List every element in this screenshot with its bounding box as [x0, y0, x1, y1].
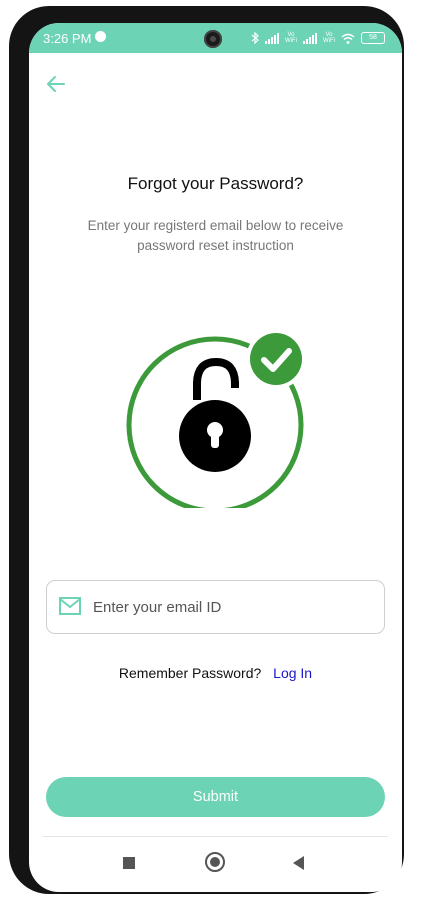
signal-icon	[265, 32, 279, 44]
lock-illustration	[119, 318, 309, 514]
battery-icon: 58	[361, 32, 385, 44]
status-icons: Vo WiFi Vo WiFi 58	[251, 28, 385, 48]
remember-password-text: Remember Password?	[118, 665, 262, 681]
login-link[interactable]: Log In	[273, 665, 312, 681]
bluetooth-icon	[251, 32, 259, 44]
mail-icon	[59, 597, 81, 615]
phone-frame: 3:26 PM Vo WiFi Vo WiFi 58 Forgot your P…	[9, 6, 404, 894]
signal-icon-2	[303, 32, 317, 44]
home-circle-icon[interactable]	[205, 852, 225, 872]
battery-level: 58	[369, 34, 377, 41]
call-icon	[95, 31, 106, 42]
app-screen: 3:26 PM Vo WiFi Vo WiFi 58 Forgot your P…	[29, 23, 402, 892]
remember-password-row: Remember Password? Log In	[29, 665, 402, 681]
square-icon[interactable]	[123, 857, 135, 869]
status-bar: 3:26 PM Vo WiFi Vo WiFi 58	[29, 23, 402, 53]
back-triangle-icon[interactable]	[293, 856, 304, 870]
submit-button[interactable]: Submit	[46, 777, 385, 817]
page-title: Forgot your Password?	[127, 174, 304, 193]
arrow-left-icon	[47, 76, 65, 92]
front-camera	[204, 30, 222, 48]
wifi-icon	[341, 33, 355, 44]
status-time: 3:26 PM	[43, 31, 92, 46]
email-input[interactable]	[93, 581, 373, 633]
page-subtitle: Enter your registerd email below to rece…	[87, 218, 344, 253]
back-button[interactable]	[43, 71, 69, 97]
email-field[interactable]	[46, 580, 385, 634]
system-nav-bar	[43, 836, 388, 892]
padlock-check-icon	[126, 329, 306, 514]
volte-label: Vo WiFi	[285, 32, 297, 44]
volte-label-2: Vo WiFi	[323, 32, 335, 44]
